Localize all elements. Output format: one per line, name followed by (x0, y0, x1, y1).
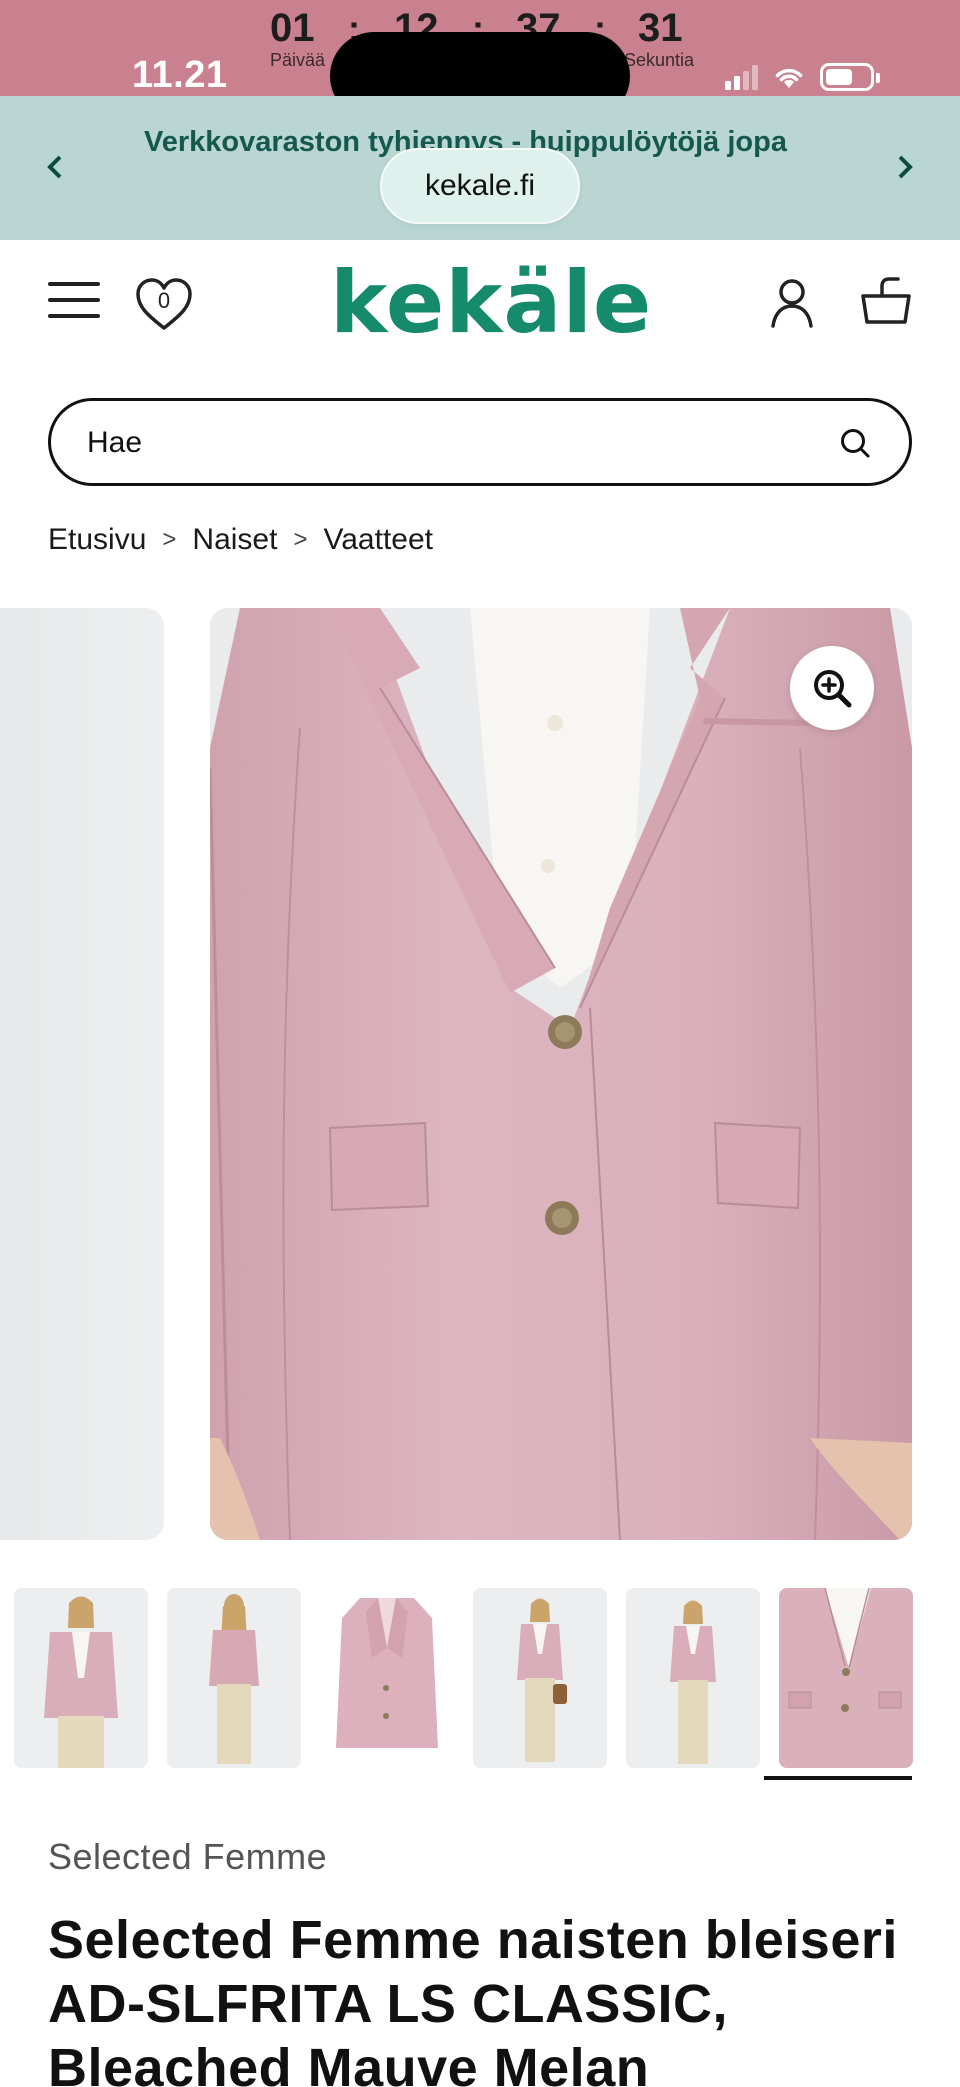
basket-icon[interactable] (860, 276, 912, 326)
thumbnail-strip (14, 1588, 954, 1774)
product-brand[interactable]: Selected Femme (48, 1836, 327, 1878)
breadcrumb-item-vaatteet[interactable]: Vaatteet (323, 523, 433, 557)
zoom-in-icon (814, 670, 852, 708)
wifi-icon (775, 68, 803, 88)
breadcrumb-item-etusivu[interactable]: Etusivu (48, 523, 146, 557)
chevron-left-icon[interactable] (46, 152, 64, 186)
zoom-button[interactable] (790, 646, 874, 730)
user-icon[interactable] (770, 278, 814, 328)
thumbnail-3[interactable] (320, 1588, 454, 1768)
countdown-days-label: Päivää (270, 50, 326, 70)
breadcrumb-separator: > (162, 526, 177, 553)
wishlist-button[interactable]: 0 (134, 276, 194, 332)
thumbnail-2[interactable] (167, 1588, 301, 1768)
blazer-image (210, 608, 912, 1540)
site-logo[interactable]: kekäle (330, 260, 652, 346)
cellular-signal-icon (725, 64, 758, 90)
browser-url-pill[interactable]: kekale.fi (380, 148, 580, 224)
thumbnail-5[interactable] (626, 1588, 760, 1768)
breadcrumb-item-naiset[interactable]: Naiset (192, 523, 277, 557)
site-header: 0 kekäle (0, 240, 960, 368)
thumbnail-1[interactable] (14, 1588, 148, 1768)
clock: 11.21 (132, 54, 228, 96)
search-icon[interactable] (839, 427, 871, 459)
breadcrumb-separator: > (293, 526, 308, 553)
previous-product-image[interactable] (0, 608, 164, 1540)
search-input[interactable] (87, 421, 807, 465)
product-title: Selected Femme naisten bleiseri AD-SLFRI… (48, 1910, 898, 2087)
product-main-image[interactable] (210, 608, 912, 1540)
wishlist-count: 0 (157, 288, 171, 313)
thumbnail-4[interactable] (473, 1588, 607, 1768)
thumbnail-6[interactable] (779, 1588, 913, 1768)
chevron-right-icon[interactable] (896, 152, 914, 186)
search-bar[interactable] (48, 398, 912, 486)
countdown-days: 01 (270, 6, 315, 50)
countdown-seconds-label: Sekuntia (624, 50, 695, 70)
breadcrumb: Etusivu > Naiset > Vaatteet (48, 520, 433, 560)
battery-icon (820, 63, 880, 91)
active-thumbnail-indicator (764, 1776, 912, 1780)
menu-icon[interactable] (48, 282, 100, 320)
countdown-seconds: 31 (638, 6, 683, 50)
